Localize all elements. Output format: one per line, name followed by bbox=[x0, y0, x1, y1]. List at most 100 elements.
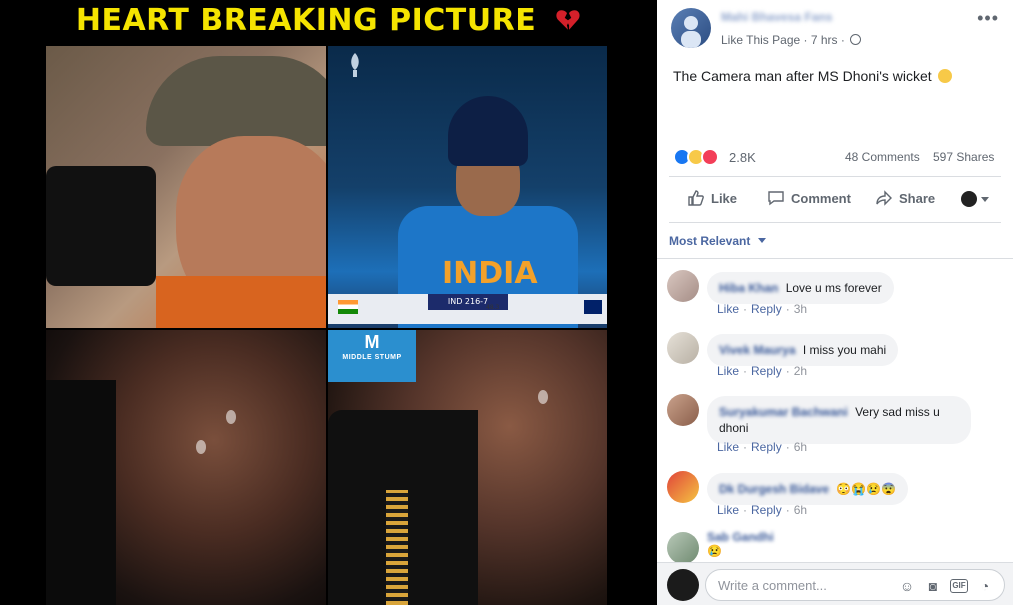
separator: · bbox=[785, 503, 790, 517]
comment-like-link[interactable]: Like bbox=[717, 440, 739, 454]
comments-list: Hiba Khan Love u ms forever Like · Reply · 3… bbox=[657, 262, 1013, 562]
comment-text: 😳😭😢😨 bbox=[836, 482, 897, 496]
page-avatar[interactable] bbox=[671, 8, 711, 48]
post-sidebar: Mahi Bhavesa Fans Like This Page · 7 hrs… bbox=[657, 0, 1013, 605]
post-time[interactable]: 7 hrs bbox=[811, 33, 838, 47]
comment-item: Suryakumar Bachwani Very sad miss u dhon… bbox=[667, 390, 1007, 468]
disappointed-emoji-icon bbox=[937, 69, 952, 83]
post-header: Mahi Bhavesa Fans Like This Page · 7 hrs… bbox=[657, 0, 1013, 58]
composer-icons: ☺ ◙ GIF ◔ bbox=[898, 577, 994, 595]
commenter-avatar[interactable] bbox=[667, 394, 699, 426]
comment-actions: Like · Reply · 6h bbox=[717, 440, 807, 454]
comment-time[interactable]: 6h bbox=[794, 440, 807, 454]
sticker-icon[interactable]: ◔ bbox=[976, 577, 994, 595]
share-arrow-icon bbox=[876, 190, 892, 206]
tear-shape bbox=[226, 410, 236, 424]
new-zealand-flag-icon bbox=[584, 300, 602, 314]
divider bbox=[669, 176, 1001, 177]
scoreboard-strip: IND 216-7 48.3 bbox=[328, 294, 607, 324]
comment-actions: Like · Reply · 6h bbox=[717, 503, 807, 517]
commenter-avatar[interactable] bbox=[667, 532, 699, 562]
globe-icon bbox=[850, 34, 862, 45]
comment-button[interactable]: Comment bbox=[767, 189, 851, 207]
post-actions: Like Comment Share bbox=[657, 185, 1013, 215]
meme-title-text: HEART BREAKING PICTURE bbox=[75, 3, 537, 38]
divider bbox=[657, 258, 1013, 259]
camera-strap-shape bbox=[386, 490, 408, 605]
comment-reply-link[interactable]: Reply bbox=[751, 364, 782, 378]
comment-bubble-icon bbox=[768, 191, 784, 206]
commenter-name[interactable]: Dk Durgesh Bidave bbox=[719, 482, 829, 496]
reaction-count[interactable]: 2.8K bbox=[729, 150, 756, 165]
middle-stump-text: MIDDLE STUMP bbox=[342, 354, 402, 361]
world-cup-logo-icon bbox=[342, 52, 368, 92]
meta-separator: · bbox=[840, 33, 849, 47]
commenter-name[interactable]: Suryakumar Bachwani bbox=[719, 405, 848, 419]
comment-content: Sab Gandhi 😢 bbox=[707, 530, 778, 558]
score-overs: 48.3 bbox=[486, 304, 500, 311]
comment-time[interactable]: 2h bbox=[794, 364, 807, 378]
comment-reply-link[interactable]: Reply bbox=[751, 440, 782, 454]
comment-actions: Like · Reply · 2h bbox=[717, 364, 807, 378]
comment-input[interactable]: Write a comment... ☺ ◙ GIF ◔ bbox=[705, 569, 1005, 601]
chevron-down-icon bbox=[757, 238, 766, 243]
comment-filter-dropdown[interactable]: Most Relevant bbox=[669, 234, 766, 248]
comment-time[interactable]: 6h bbox=[794, 503, 807, 517]
orange-vest-shape bbox=[156, 276, 326, 328]
post-meta: Like This Page · 7 hrs · bbox=[721, 33, 862, 47]
post-text: The Camera man after MS Dhoni's wicket bbox=[673, 68, 952, 84]
like-page-link[interactable]: Like This Page bbox=[721, 33, 800, 47]
like-button-label: Like bbox=[711, 190, 738, 206]
commenter-avatar[interactable] bbox=[667, 471, 699, 503]
comments-count-link[interactable]: 48 Comments bbox=[845, 150, 920, 164]
person-silhouette-icon bbox=[681, 16, 701, 48]
comment-like-link[interactable]: Like bbox=[717, 302, 739, 316]
like-button[interactable]: Like bbox=[687, 189, 737, 207]
shares-count-link[interactable]: 597 Shares bbox=[933, 150, 994, 164]
emoji-picker-icon[interactable]: ☺ bbox=[898, 577, 916, 595]
middle-stump-logo: M MIDDLE STUMP bbox=[328, 330, 416, 382]
comment-like-link[interactable]: Like bbox=[717, 364, 739, 378]
commenter-avatar[interactable] bbox=[667, 270, 699, 302]
camera-icon[interactable]: ◙ bbox=[924, 577, 942, 595]
page-name-link[interactable]: Mahi Bhavesa Fans bbox=[721, 10, 832, 24]
comment-item: Vivek Maurya I miss you mahi Like · Reply ·… bbox=[667, 328, 1007, 388]
more-options-icon[interactable]: ••• bbox=[977, 8, 999, 29]
comment-time[interactable]: 3h bbox=[794, 302, 807, 316]
photo-cameraman-cap bbox=[46, 46, 326, 328]
photo-cameraman-tears-1 bbox=[46, 330, 326, 605]
audience-selector[interactable] bbox=[961, 191, 989, 207]
comment-input-placeholder: Write a comment... bbox=[718, 578, 827, 593]
meme-image: HEART BREAKING PICTURE INDIA IND 216-7 4… bbox=[0, 0, 657, 605]
gif-icon[interactable]: GIF bbox=[950, 579, 968, 593]
thumbs-up-icon bbox=[688, 190, 704, 206]
tear-shape bbox=[538, 390, 548, 404]
comment-like-link[interactable]: Like bbox=[717, 503, 739, 517]
commenter-name[interactable]: Sab Gandhi bbox=[707, 530, 774, 544]
current-user-avatar[interactable] bbox=[667, 569, 699, 601]
commenter-name[interactable]: Vivek Maurya bbox=[719, 343, 796, 357]
commenter-name[interactable]: Hiba Khan bbox=[719, 281, 778, 295]
separator: · bbox=[743, 440, 748, 454]
india-flag-icon bbox=[338, 300, 358, 314]
photo-cameraman-tears-2: M MIDDLE STUMP bbox=[328, 330, 607, 605]
comment-reply-link[interactable]: Reply bbox=[751, 503, 782, 517]
comment-actions: Like · Reply · 3h bbox=[717, 302, 807, 316]
viewer-avatar bbox=[961, 191, 977, 207]
camera-shape bbox=[46, 166, 156, 286]
commenter-avatar[interactable] bbox=[667, 332, 699, 364]
meme-title: HEART BREAKING PICTURE bbox=[0, 0, 657, 44]
comment-bubble: Hiba Khan Love u ms forever bbox=[707, 272, 894, 304]
share-button[interactable]: Share bbox=[875, 189, 935, 207]
comment-button-label: Comment bbox=[791, 190, 851, 206]
separator: · bbox=[785, 440, 790, 454]
comment-reply-link[interactable]: Reply bbox=[751, 302, 782, 316]
separator: · bbox=[785, 302, 790, 316]
player-helmet-shape bbox=[448, 96, 528, 166]
comment-bubble: Vivek Maurya I miss you mahi bbox=[707, 334, 899, 366]
comment-filter-label: Most Relevant bbox=[669, 234, 751, 248]
separator: · bbox=[743, 364, 748, 378]
post-photo[interactable]: HEART BREAKING PICTURE INDIA IND 216-7 4… bbox=[0, 0, 657, 605]
cap-shape bbox=[146, 56, 326, 146]
comment-text: I miss you mahi bbox=[802, 343, 887, 357]
